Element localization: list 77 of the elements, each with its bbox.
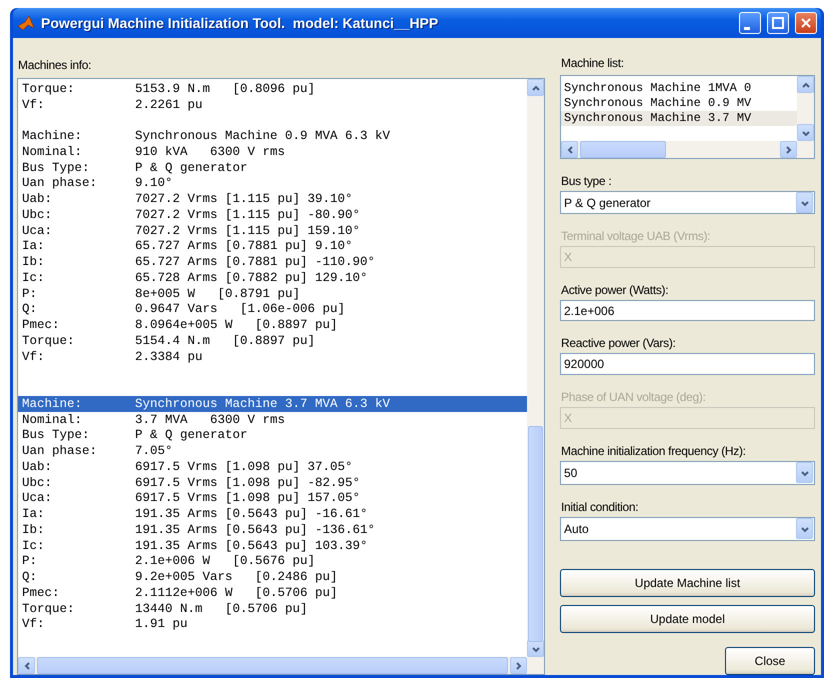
vertical-scrollbar[interactable] [527,79,544,657]
window-title: Powergui Machine Initialization Tool. model: Katunci__HPP [41,15,440,31]
machine-list-item[interactable]: Synchronous Machine 3.7 MV [561,111,797,126]
info-line[interactable]: Q: 9.2e+005 Vars [0.2486 pu] [18,569,527,585]
info-line[interactable]: Ic: 65.728 Arms [0.7882 pu] 129.10° [18,270,527,286]
field-label: Phase of UAN voltage (deg): [561,390,707,404]
scroll-down-button[interactable] [797,124,814,141]
info-line[interactable]: Uca: 6917.5 Vrms [1.098 pu] 157.05° [18,490,527,506]
info-line[interactable]: Uab: 7027.2 Vrms [1.115 pu] 39.10° [18,191,527,207]
scroll-right-button[interactable] [510,657,527,674]
info-line[interactable]: Bus Type: P & Q generator [18,160,527,176]
dropdown-button[interactable] [796,462,813,484]
info-line[interactable]: Vf: 1.91 pu [18,616,527,632]
scroll-left-button[interactable] [561,141,578,158]
dropdown-button[interactable] [796,192,813,213]
info-line[interactable]: Pmec: 2.1112e+006 W [0.5706 pu] [18,585,527,601]
minimize-button[interactable] [739,12,761,34]
info-line[interactable]: Torque: 5154.4 N.m [0.8897 pu] [18,333,527,349]
maximize-icon [772,17,784,29]
scroll-up-button[interactable] [527,79,544,96]
input-field[interactable]: 920000 [560,353,815,376]
action-button[interactable]: Update Machine list [560,569,815,598]
info-line[interactable]: Bus Type: P & Q generator [18,428,527,444]
close-button[interactable]: Close [725,647,815,675]
info-line[interactable]: Ic: 191.35 Arms [0.5643 pu] 103.39° [18,538,527,554]
close-icon [800,17,812,29]
info-line[interactable]: Vf: 2.2261 pu [18,96,527,112]
info-line[interactable]: Uca: 7027.2 Vrms [1.115 pu] 159.10° [18,222,527,238]
scroll-right-button[interactable] [780,141,797,158]
machine-list-item[interactable]: Synchronous Machine 1MVA 0 [561,81,797,96]
input-field[interactable]: 2.1e+006 [560,300,815,322]
info-line[interactable]: Uab: 6917.5 Vrms [1.098 pu] 37.05° [18,459,527,475]
dropdown-field[interactable]: Auto [560,516,815,542]
scroll-left-button[interactable] [18,657,35,674]
info-line[interactable]: Uan phase: 9.10° [18,176,527,192]
info-line[interactable]: Ubc: 7027.2 Vrms [1.115 pu] -80.90° [18,207,527,223]
scroll-thumb[interactable] [580,141,666,158]
info-line[interactable]: Machine: Synchronous Machine 0.9 MVA 6.3 kV [18,128,527,144]
info-line[interactable]: P: 8e+005 W [0.8791 pu] [18,286,527,302]
info-line[interactable]: Vf: 2.3384 pu [18,348,527,364]
horizontal-scrollbar[interactable] [561,141,797,158]
scroll-thumb[interactable] [528,426,543,642]
dropdown-button[interactable] [796,518,813,540]
info-line[interactable]: Nominal: 910 kVA 6300 V rms [18,144,527,160]
info-line[interactable]: Torque: 5153.9 N.m [0.8096 pu] [18,81,527,97]
field-label: Initial condition: [561,500,640,514]
maximize-button[interactable] [767,12,789,34]
info-line[interactable]: Ia: 191.35 Arms [0.5643 pu] -16.61° [18,506,527,522]
info-line[interactable]: Ia: 65.727 Arms [0.7881 pu] 9.10° [18,238,527,254]
scroll-down-button[interactable] [527,640,544,657]
close-window-button[interactable] [795,12,817,34]
dropdown-field[interactable]: 50 [560,460,815,485]
info-line[interactable]: Ib: 191.35 Arms [0.5643 pu] -136.61° [18,522,527,538]
info-line[interactable]: P: 2.1e+006 W [0.5676 pu] [18,554,527,570]
scrollbar-corner [527,657,544,674]
info-line[interactable]: Ubc: 6917.5 Vrms [1.098 pu] -82.95° [18,474,527,490]
app-logo-icon [17,14,35,32]
field-label: Machine initialization frequency (Hz): [561,444,747,458]
machines-info-label: Machines info: [18,58,92,72]
info-line[interactable]: Nominal: 3.7 MVA 6300 V rms [18,412,527,428]
scroll-up-button[interactable] [797,76,814,93]
info-line[interactable]: Torque: 13440 N.m [0.5706 pu] [18,600,527,616]
vertical-scrollbar[interactable] [797,76,814,141]
minimize-icon [744,26,750,30]
dropdown-field[interactable]: P & Q generator [560,191,815,214]
machine-list-label: Machine list: [561,56,625,70]
info-line[interactable]: Ib: 65.727 Arms [0.7881 pu] -110.90° [18,254,527,270]
info-line[interactable]: Q: 0.9647 Vars [1.06e-006 pu] [18,302,527,318]
scrollbar-corner [797,141,814,158]
field-label: Bus type : [561,174,612,188]
field-label: Terminal voltage UAB (Vrms): [561,229,712,243]
machine-list-item[interactable]: Synchronous Machine 0.9 MV [561,96,797,111]
field-label: Reactive power (Vars): [561,336,677,350]
action-button[interactable]: Update model [560,605,815,634]
field-label: Active power (Watts): [561,282,670,297]
info-line[interactable]: Uan phase: 7.05° [18,443,527,459]
info-line[interactable]: Pmec: 8.0964e+005 W [0.8897 pu] [18,317,527,333]
